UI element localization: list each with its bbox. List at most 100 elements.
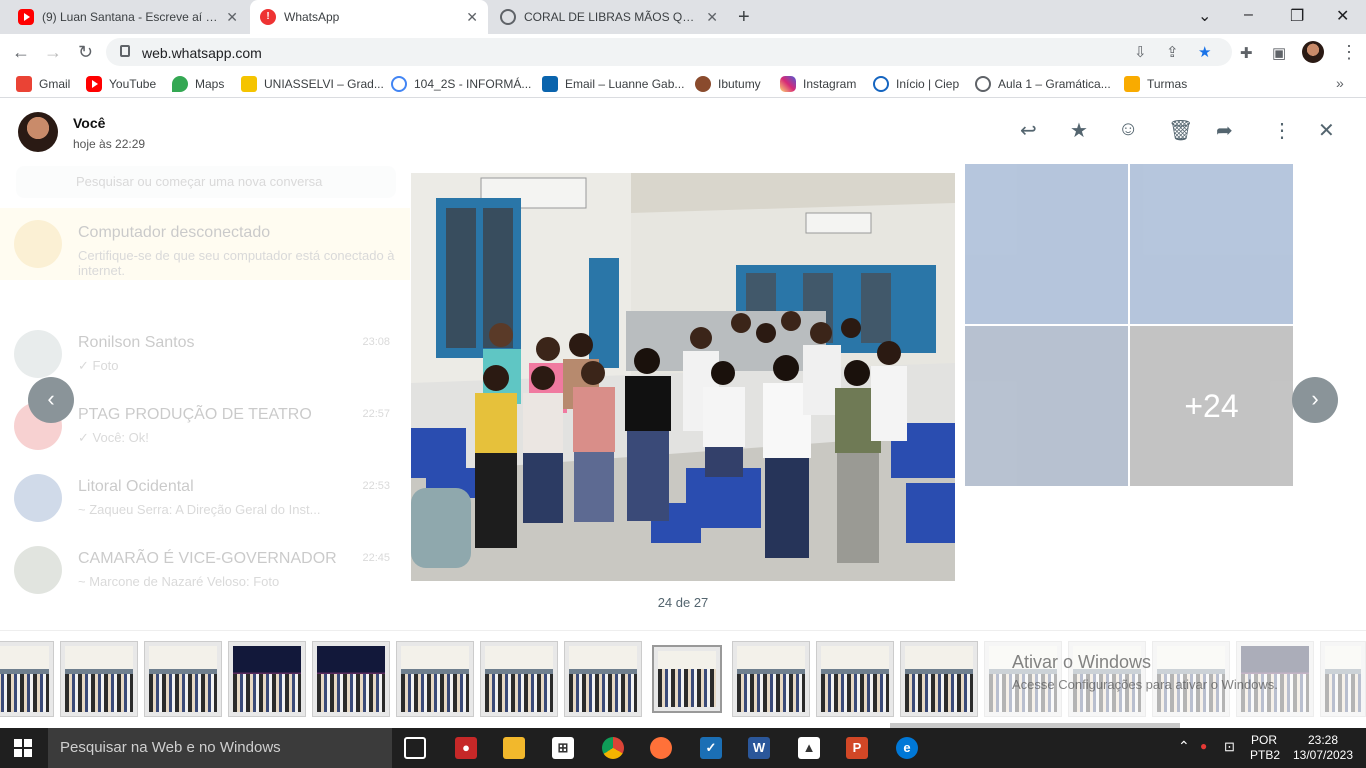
tab-youtube[interactable]: (9) Luan Santana - Escreve aí - (Vi ✕ [8, 0, 248, 34]
delete-icon[interactable]: 🗑 [1168, 118, 1193, 143]
chrome-icon[interactable] [602, 737, 624, 759]
search-placeholder: Pesquisar ou começar uma nova conversa [76, 174, 323, 189]
recorder-icon[interactable]: ● [455, 737, 477, 759]
media-thumbnail[interactable] [564, 641, 642, 717]
bookmark-email[interactable]: Email – Luanne Gab... [542, 76, 684, 92]
word-icon[interactable]: W [748, 737, 770, 759]
forward-button[interactable]: → [44, 42, 62, 63]
media-thumbnail[interactable] [60, 641, 138, 717]
minimize-button[interactable]: – [1244, 6, 1253, 24]
store-icon[interactable]: ⊞ [552, 737, 574, 759]
bookmark-turmas[interactable]: Turmas [1124, 76, 1187, 92]
star-icon[interactable]: ★ [1070, 118, 1088, 143]
bookmark-uniasselvi[interactable]: UNIASSELVI – Grad... [241, 76, 384, 92]
tab-whatsapp[interactable]: ! WhatsApp ✕ [250, 0, 488, 34]
emoji-react-icon[interactable]: ☺ [1118, 118, 1138, 141]
youtube-icon [18, 9, 34, 25]
clock[interactable]: 23:28 13/07/2023 [1292, 733, 1354, 763]
bookmark-aula[interactable]: Aula 1 – Gramática... [975, 76, 1111, 92]
whatsapp-icon: ! [260, 9, 276, 25]
close-window-button[interactable]: ✕ [1336, 6, 1349, 26]
outlook-icon [542, 76, 558, 92]
media-thumbnail[interactable] [480, 641, 558, 717]
clock-date: 13/07/2023 [1292, 748, 1354, 762]
media-thumbnail[interactable] [816, 641, 894, 717]
language-indicator[interactable]: POR PTB2 [1250, 733, 1281, 763]
restore-button[interactable]: ❐ [1290, 6, 1304, 26]
background-media-grid: +24 [965, 164, 1295, 494]
chat-time: 22:45 [362, 552, 390, 564]
bookmark-star-icon[interactable]: ★ [1198, 43, 1211, 61]
windows-activation-subtitle: Acesse Configurações para ativar o Windo… [1012, 677, 1278, 692]
media-tile: +24 [1130, 326, 1293, 486]
bookmark-label: 104_2S - INFORMÁ... [414, 77, 532, 91]
bookmark-informatica[interactable]: 104_2S - INFORMÁ... [391, 76, 531, 92]
address-bar[interactable]: web.whatsapp.com ⇩ ⇪ ★ [106, 38, 1232, 66]
more-options-icon[interactable]: ⋮ [1272, 118, 1292, 143]
bookmark-ciep[interactable]: Início | Ciep [873, 76, 959, 92]
bookmark-label: Ibutumy [718, 77, 761, 91]
menu-icon[interactable]: ⋮ [1340, 42, 1358, 63]
close-tab-icon[interactable]: ✕ [466, 9, 478, 26]
profile-avatar[interactable] [1302, 41, 1324, 63]
browser-toolbar: ← → ↻ web.whatsapp.com ⇩ ⇪ ★ ✚ ▣ ⋮ [0, 34, 1366, 70]
chat-row: Computador desconectado Certifique-se de… [0, 208, 410, 280]
bookmark-maps[interactable]: Maps [172, 76, 224, 92]
network-icon[interactable]: ⊡ [1224, 739, 1235, 754]
tab-coral[interactable]: CORAL DE LIBRAS MÃOS QUE EN ✕ [490, 0, 728, 34]
edge-icon[interactable]: e [896, 737, 918, 759]
firefox-icon[interactable] [650, 737, 672, 759]
more-bookmarks-icon[interactable]: » [1336, 75, 1344, 91]
bookmark-ibutumy[interactable]: Ibutumy [695, 76, 761, 92]
reply-icon[interactable]: ↩ [1020, 118, 1037, 143]
photos-icon[interactable]: ▲ [798, 737, 820, 759]
close-viewer-icon[interactable]: ✕ [1318, 118, 1335, 143]
next-media-button[interactable]: › [1292, 377, 1338, 423]
close-tab-icon[interactable]: ✕ [226, 9, 238, 26]
uniasselvi-icon [241, 76, 257, 92]
close-tab-icon[interactable]: ✕ [706, 9, 718, 26]
chat-message: Certifique-se de que seu computador está… [78, 248, 395, 278]
install-icon[interactable]: ⇩ [1134, 43, 1147, 61]
previous-media-button[interactable]: ‹ [28, 377, 74, 423]
sender-avatar[interactable] [18, 112, 58, 152]
media-thumbnail[interactable] [312, 641, 390, 717]
globe-icon [975, 76, 991, 92]
defender-icon[interactable]: ✓ [700, 737, 722, 759]
powerpoint-icon[interactable]: P [846, 737, 868, 759]
search-box: Pesquisar ou começar uma nova conversa [16, 166, 396, 198]
media-thumbnail[interactable] [0, 641, 54, 717]
file-explorer-icon[interactable] [503, 737, 525, 759]
media-thumbnail[interactable] [732, 641, 810, 717]
media-thumbnail[interactable] [228, 641, 306, 717]
windows-activation-title: Ativar o Windows [1012, 652, 1152, 672]
chat-message: ~ Zaqueu Serra: A Direção Geral do Inst.… [78, 502, 321, 517]
windows-start-icon[interactable] [14, 739, 32, 757]
media-thumbnail[interactable] [396, 641, 474, 717]
recorder-tray-icon[interactable]: ● [1200, 739, 1207, 754]
share-icon[interactable]: ⇪ [1166, 43, 1179, 61]
chat-name: Computador desconectado [78, 224, 271, 241]
chat-message: ✓ Foto [78, 358, 119, 373]
globe-icon [500, 9, 516, 25]
tab-search-icon[interactable]: ⌄ [1198, 6, 1211, 26]
chat-name: Litoral Ocidental [78, 478, 194, 495]
tray-chevron-icon[interactable]: ⌃ [1178, 739, 1190, 754]
media-tile [1130, 164, 1293, 324]
lang-layout: PTB2 [1250, 748, 1281, 762]
back-button[interactable]: ← [12, 42, 30, 63]
bookmark-instagram[interactable]: Instagram [780, 76, 856, 92]
forward-icon[interactable]: ➦ [1216, 118, 1233, 143]
task-view-icon[interactable] [404, 737, 426, 759]
new-tab-button[interactable]: + [738, 6, 750, 29]
extensions-icon[interactable]: ✚ [1240, 44, 1253, 62]
reload-button[interactable]: ↻ [78, 42, 93, 63]
taskbar-search[interactable]: Pesquisar na Web e no Windows [48, 728, 392, 768]
media-thumbnail[interactable] [144, 641, 222, 717]
media-thumbnail[interactable] [1320, 641, 1366, 717]
media-thumbnail[interactable] [900, 641, 978, 717]
bookmark-youtube[interactable]: YouTube [86, 76, 156, 92]
bookmark-gmail[interactable]: Gmail [16, 76, 70, 92]
side-panel-icon[interactable]: ▣ [1272, 44, 1286, 62]
media-thumbnail-selected[interactable] [652, 645, 722, 713]
